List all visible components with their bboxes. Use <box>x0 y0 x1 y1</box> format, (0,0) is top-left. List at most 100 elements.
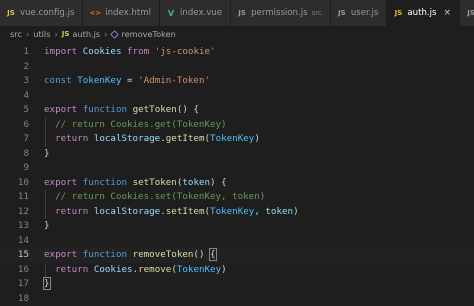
code-line[interactable]: 18 <box>0 292 474 306</box>
code-token: import <box>44 46 77 57</box>
code-token: ) { <box>210 177 227 188</box>
tab-permission-js[interactable]: JSpermission.jssrc <box>231 0 331 26</box>
code-line[interactable]: 14 <box>0 234 474 249</box>
line-code: return Cookies.remove(TokenKey) <box>44 263 227 278</box>
code-line[interactable]: 9 <box>0 161 474 176</box>
line-number: 3 <box>0 74 29 89</box>
close-icon[interactable]: × <box>444 8 452 18</box>
line-number: 14 <box>0 234 29 249</box>
code-token <box>44 191 55 202</box>
line-code: } <box>44 277 50 292</box>
code-token: Cookies <box>94 264 133 275</box>
code-token: TokenKey <box>210 133 254 144</box>
line-code: return localStorage.getItem(TokenKey) <box>44 132 260 147</box>
code-line[interactable]: 6 // return Cookies.get(TokenKey) <box>0 118 474 133</box>
code-line[interactable]: 12 return localStorage.setItem(TokenKey,… <box>0 205 474 220</box>
code-token: } <box>44 278 50 289</box>
line-code: // return Cookies.set(TokenKey, token) <box>44 190 265 205</box>
tab-label: user.js <box>351 8 379 18</box>
line-number: 18 <box>0 292 29 306</box>
code-token: remove <box>138 264 171 275</box>
line-code: export function removeToken() { <box>44 248 217 263</box>
line-code: import Cookies from 'js-cookie' <box>44 45 216 60</box>
code-line[interactable]: 2 <box>0 60 474 75</box>
line-number: 9 <box>0 161 29 176</box>
line-code: // return Cookies.get(TokenKey) <box>44 118 227 133</box>
code-line[interactable]: 5 export function getToken() { <box>0 103 474 118</box>
code-token: return <box>55 206 88 217</box>
line-number: 4 <box>0 89 29 104</box>
js-icon: JS <box>393 9 403 17</box>
code-token: export <box>44 177 77 188</box>
code-token: // return Cookies.set(TokenKey, token) <box>55 191 265 202</box>
js-file-icon: JS <box>62 30 70 38</box>
code-line[interactable]: 15export function removeToken() { <box>0 248 474 263</box>
code-token: localStorage <box>94 133 160 144</box>
breadcrumb-item-symbol[interactable]: removeToken <box>121 29 175 39</box>
code-token <box>44 133 55 144</box>
html-icon: <> <box>89 9 101 17</box>
code-token: setToken <box>133 177 177 188</box>
code-token: from <box>127 46 149 57</box>
code-token <box>44 264 55 275</box>
breadcrumb-item-file[interactable]: auth.js <box>72 29 100 39</box>
code-token: , <box>254 206 265 217</box>
code-line[interactable]: 1 import Cookies from 'js-cookie' <box>0 45 474 60</box>
line-number: 13 <box>0 219 29 234</box>
tab-auth-js[interactable]: JSauth.js× <box>387 0 460 26</box>
code-token: () { <box>177 104 199 115</box>
tab-label: index.html <box>105 8 151 18</box>
js-icon: JS <box>466 9 474 17</box>
code-line[interactable]: 17} <box>0 277 474 292</box>
tab-label: permission.js <box>251 8 308 18</box>
code-line[interactable]: 11 // return Cookies.set(TokenKey, token… <box>0 190 474 205</box>
code-token: localStorage <box>94 206 160 217</box>
code-line[interactable]: 3 const TokenKey = 'Admin-Token' <box>0 74 474 89</box>
line-number: 1 <box>0 45 29 60</box>
code-token: function <box>83 104 127 115</box>
code-line[interactable]: 13} <box>0 219 474 234</box>
code-token: function <box>83 177 127 188</box>
line-number: 16 <box>0 263 29 278</box>
line-number: 11 <box>0 190 29 205</box>
tab-index-vue[interactable]: Vindex.vue <box>160 0 231 26</box>
code-token: return <box>55 264 88 275</box>
code-token: const <box>44 75 72 86</box>
code-token: TokenKey <box>210 206 254 217</box>
breadcrumb-separator: › <box>54 29 57 39</box>
code-line[interactable]: 16 return Cookies.remove(TokenKey) <box>0 263 474 278</box>
breadcrumb-separator: › <box>104 29 107 39</box>
code-line[interactable]: 4 <box>0 89 474 104</box>
code-editor[interactable]: 1 import Cookies from 'js-cookie'23 const … <box>0 45 474 306</box>
code-line[interactable]: 10 export function setToken(token) { <box>0 176 474 191</box>
js-icon: JS <box>237 9 247 17</box>
line-number: 5 <box>0 103 29 118</box>
tab-user-js[interactable]: JSuser.js <box>331 0 388 26</box>
line-number: 10 <box>0 176 29 191</box>
tab-permiss[interactable]: JSpermiss <box>460 0 474 26</box>
line-number: 7 <box>0 132 29 147</box>
code-token: 'Admin-Token' <box>138 75 210 86</box>
code-line[interactable]: 7 return localStorage.getItem(TokenKey) <box>0 132 474 147</box>
breadcrumb-item-src[interactable]: src <box>10 29 22 39</box>
line-code: export function setToken(token) { <box>44 176 227 191</box>
line-code: const TokenKey = 'Admin-Token' <box>44 74 210 89</box>
code-token: ) <box>221 264 227 275</box>
code-token: TokenKey <box>177 264 221 275</box>
code-token: ) <box>293 206 299 217</box>
function-symbol-icon <box>111 30 119 38</box>
breadcrumb-separator: › <box>26 29 29 39</box>
code-line[interactable]: 8} <box>0 147 474 162</box>
line-code: } <box>44 147 50 162</box>
code-token: export <box>44 104 77 115</box>
breadcrumb-item-utils[interactable]: utils <box>33 29 50 39</box>
tab-vue-config-js[interactable]: JSvue.config.js <box>0 0 83 26</box>
code-token: setItem <box>166 206 205 217</box>
line-number: 8 <box>0 147 29 162</box>
code-token: return <box>55 133 88 144</box>
code-token: token <box>265 206 293 217</box>
line-code: export function getToken() { <box>44 103 199 118</box>
tab-index-html[interactable]: <> index.html <box>83 0 160 26</box>
code-token: ) <box>254 133 260 144</box>
code-token: // return Cookies.get(TokenKey) <box>55 119 226 130</box>
